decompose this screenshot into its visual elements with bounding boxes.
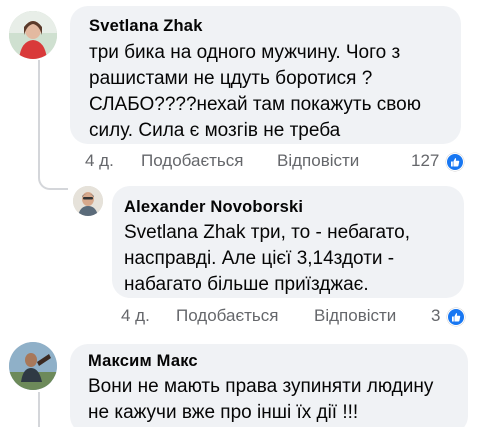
avatar-photo-icon (73, 186, 103, 216)
avatar[interactable] (9, 342, 57, 390)
avatar-photo-icon (9, 11, 57, 59)
reply-button[interactable]: Відповісти (277, 151, 359, 171)
avatar-photo-icon (9, 342, 57, 390)
reaction-count[interactable]: 127 (411, 151, 439, 171)
comment-text: Svetlana Zhak три, то - небагато, наспра… (124, 220, 459, 298)
comment-actions: 4 д. Подобається Відповісти 3 (0, 306, 480, 330)
comment-text-line: насправді. Але цієї 3,14здоти - (124, 248, 395, 269)
comment-text-line: Svetlana Zhak три, то - небагато, (124, 222, 410, 243)
reaction-count[interactable]: 3 (431, 306, 440, 326)
like-icon[interactable] (446, 153, 464, 171)
comment-author[interactable]: Максим Макс (88, 352, 198, 371)
comment-text: три бика на одного мужчину. Чого з рашис… (89, 40, 459, 144)
comment-text-line: силу. Сила є мозгів не треба (89, 120, 341, 141)
comment-text-line: Вони не мають права зупиняти людину (88, 376, 434, 397)
like-button[interactable]: Подобається (141, 151, 244, 171)
comment-text-line: не кажучи вже про інші їх дії !!! (88, 402, 359, 423)
comment-text-line: рашистами не цдуть боротися ? (89, 68, 373, 89)
comment-text: Вони не мають права зупиняти людину не к… (88, 374, 463, 426)
comment-actions: 4 д. Подобається Відповісти 127 (0, 151, 480, 175)
comment-timestamp[interactable]: 4 д. (85, 151, 114, 171)
comment-bubble: Максим Макс Вони не мають права зупиняти… (70, 344, 468, 427)
avatar[interactable] (9, 11, 57, 59)
comment-author[interactable]: Svetlana Zhak (89, 17, 203, 36)
reply-button[interactable]: Відповісти (314, 306, 396, 326)
comment-bubble: Svetlana Zhak три бика на одного мужчину… (70, 6, 461, 144)
thread-line (38, 392, 40, 427)
comment-bubble: Alexander Novoborski Svetlana Zhak три, … (112, 186, 464, 298)
comment-timestamp[interactable]: 4 д. (121, 306, 150, 326)
like-icon[interactable] (447, 308, 465, 326)
comment-author[interactable]: Alexander Novoborski (124, 198, 303, 217)
comment-text-line: три бика на одного мужчину. Чого з (89, 42, 401, 63)
comment-text-line: СЛАБО????нехай там покажуть свою (89, 94, 421, 115)
avatar[interactable] (73, 186, 103, 216)
comment-text-line: набагато більше приїзджає. (124, 274, 369, 295)
like-button[interactable]: Подобається (176, 306, 279, 326)
